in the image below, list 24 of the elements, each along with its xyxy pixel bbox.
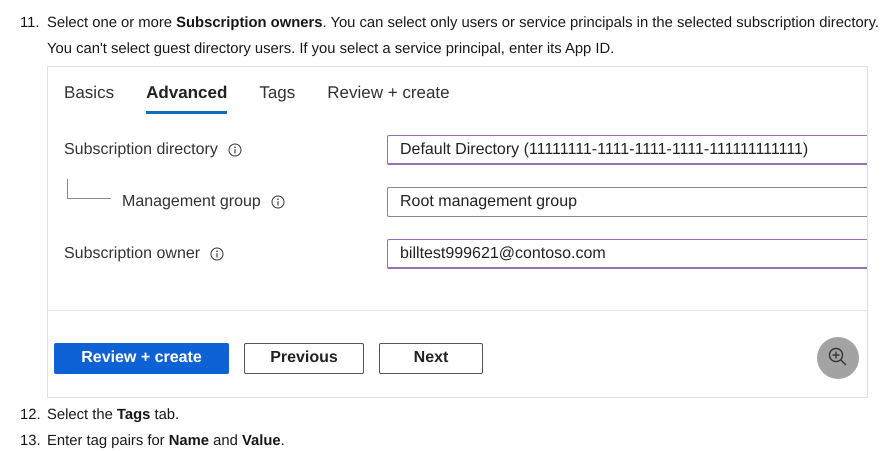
zoom-in-icon[interactable] <box>817 337 859 379</box>
step-text: Select one or more Subscription owners. You can select only users or service principals in the selected subscription directory. You can't select guest directory users. If you select a service principal, enter its App ID. <box>47 14 880 59</box>
step-number: 11. <box>20 14 40 33</box>
nav-button[interactable]: Previous <box>244 342 364 374</box>
text-field[interactable]: billtest999621@contoso.com <box>387 239 867 269</box>
field-label: Management group <box>122 193 261 211</box>
tab[interactable]: Advanced <box>146 81 228 114</box>
text-field[interactable]: Root management group <box>387 187 867 217</box>
tab[interactable]: Basics <box>64 81 114 114</box>
text-field[interactable]: Default Directory (11111111-1111-1111-1111-111111111111) <box>387 135 867 165</box>
info-icon[interactable] <box>270 195 285 209</box>
tree-connector <box>67 179 111 199</box>
step-number: 13. <box>20 432 42 451</box>
info-icon[interactable] <box>210 247 224 261</box>
info-icon[interactable] <box>228 143 242 157</box>
tab[interactable]: Tags <box>259 81 296 114</box>
step-text: Select the Tags tab. <box>47 406 180 425</box>
review-create-button[interactable]: Review + create <box>54 342 229 374</box>
field-label: Subscription owner <box>64 245 200 263</box>
step-text: Enter tag pairs for Name and Value. <box>47 432 285 451</box>
nav-button[interactable]: Next <box>379 342 483 374</box>
tab[interactable]: Review + create <box>327 81 450 114</box>
step-number: 12. <box>20 406 42 425</box>
field-label: Subscription directory <box>64 141 218 159</box>
